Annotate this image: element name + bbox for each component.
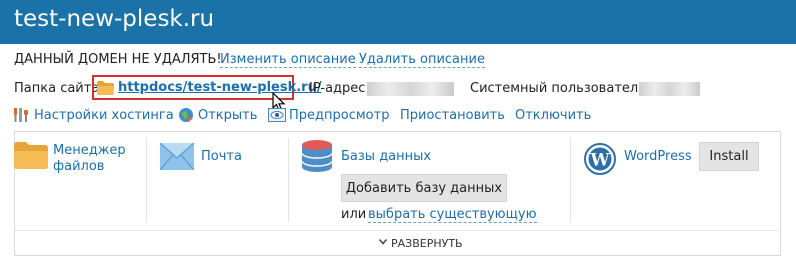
- chevron-down-icon: [379, 239, 387, 245]
- open-icon: [179, 108, 193, 123]
- preview-icon: [268, 108, 286, 122]
- ip-value-redacted: [367, 82, 454, 96]
- delete-description-link[interactable]: Удалить описание: [359, 52, 485, 68]
- preview-link[interactable]: Предпросмотр: [289, 108, 389, 123]
- open-link[interactable]: Открыть: [198, 108, 257, 123]
- hosting-settings-icon: [14, 108, 28, 122]
- system-user-value-redacted: [639, 82, 700, 96]
- or-text: или: [341, 207, 367, 222]
- expand-toggle[interactable]: РАЗВЕРНУТЬ: [391, 237, 463, 250]
- folder-icon: [97, 81, 114, 95]
- system-user-label: Системный пользователь:: [470, 81, 651, 96]
- suspend-link[interactable]: Приостановить: [400, 108, 505, 123]
- file-manager-folder-icon: [14, 142, 48, 169]
- disable-link[interactable]: Отключить: [515, 108, 591, 123]
- column-divider: [146, 138, 147, 222]
- add-database-button[interactable]: Добавить базу данных: [341, 174, 507, 202]
- wordpress-install-button[interactable]: Install: [699, 142, 759, 171]
- domain-title: test-new-plesk.ru: [14, 6, 215, 32]
- wordpress-link[interactable]: WordPress: [624, 149, 692, 164]
- folder-label: Папка сайта: [14, 81, 100, 96]
- expand-divider: [15, 230, 780, 231]
- file-manager-link[interactable]: Менеджер файлов: [53, 143, 133, 175]
- svg-text:W: W: [589, 151, 610, 171]
- choose-existing-database-link[interactable]: выбрать существующую: [368, 207, 537, 223]
- databases-link[interactable]: Базы данных: [341, 149, 431, 164]
- database-icon: [302, 140, 332, 172]
- site-folder-link[interactable]: httpdocs/test-new-plesk.ru/: [118, 80, 322, 95]
- domain-description: ДАННЫЙ ДОМЕН НЕ УДАЛЯТЬ!: [14, 52, 222, 67]
- ip-label: IP-адрес:: [309, 81, 370, 96]
- hosting-settings-link[interactable]: Настройки хостинга: [34, 108, 174, 123]
- wordpress-icon: W: [584, 143, 616, 175]
- column-divider: [570, 138, 571, 222]
- mail-link[interactable]: Почта: [201, 149, 242, 164]
- column-divider: [288, 138, 289, 222]
- mail-envelope-icon: [160, 143, 194, 170]
- edit-description-link[interactable]: Изменить описание: [220, 52, 356, 68]
